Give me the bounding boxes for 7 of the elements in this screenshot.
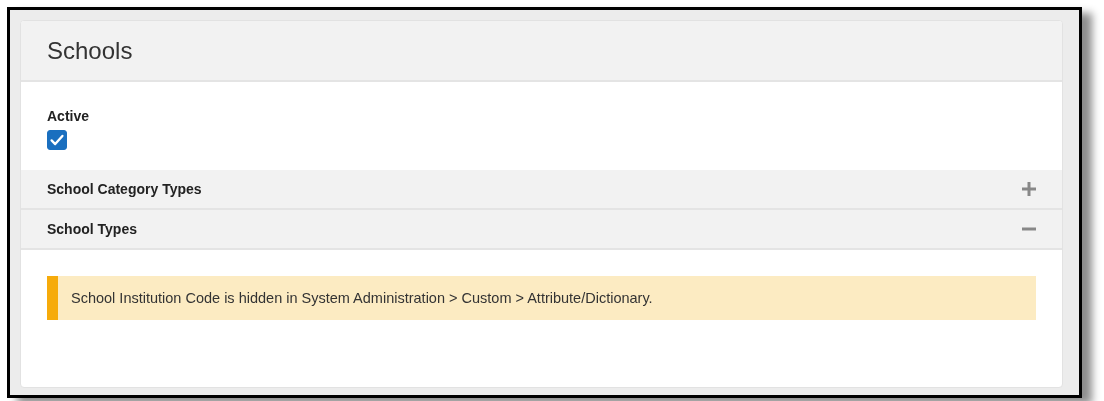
active-label: Active	[47, 108, 90, 124]
expand-icon	[1022, 182, 1036, 196]
active-checkbox[interactable]	[47, 130, 67, 150]
section-header[interactable]: School Types	[21, 210, 1062, 250]
warning-alert: School Institution Code is hidden in System Administration > Custom > Attribute/Dictionary.	[47, 276, 1036, 320]
section-header[interactable]: School Category Types	[21, 170, 1062, 210]
panel-title: Schools	[47, 36, 133, 65]
